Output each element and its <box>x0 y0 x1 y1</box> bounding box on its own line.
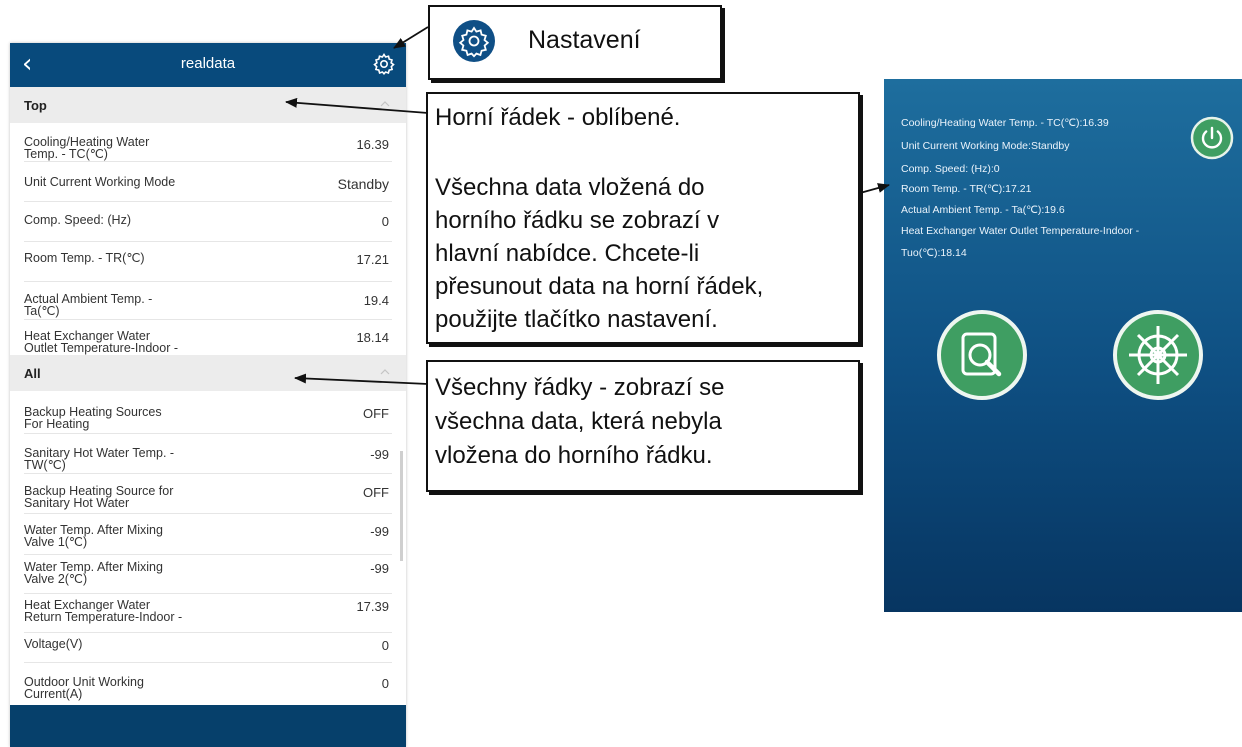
main-data-line: Unit Current Working Mode:Standby <box>901 140 1070 152</box>
row-label: Actual Ambient Temp. - Ta(℃) <box>24 292 153 318</box>
main-screen: Cooling/Heating Water Temp. - TC(℃):16.3… <box>884 79 1242 612</box>
row-value: 0 <box>381 214 389 229</box>
section-header-all[interactable]: All <box>10 355 406 391</box>
main-data-line: Actual Ambient Temp. - Ta(℃):19.6 <box>901 204 1065 216</box>
page-title: realdata <box>180 55 236 72</box>
list-item[interactable]: Sanitary Hot Water Temp. - TW(℃) -99 <box>10 434 406 473</box>
callout-top-line: přesunout data na horní řádek, <box>435 273 764 300</box>
row-value: 17.39 <box>356 599 389 614</box>
section-header-top[interactable]: Top <box>10 87 406 123</box>
row-label: Room Temp. - TR(℃) <box>24 251 145 265</box>
chevron-up-icon <box>380 369 390 375</box>
power-icon[interactable] <box>1190 116 1234 160</box>
list-item[interactable]: Unit Current Working Mode Standby <box>10 162 406 201</box>
list-item[interactable]: Outdoor Unit Working Current(A) 0 <box>10 663 406 705</box>
row-label: Voltage(V) <box>24 637 83 651</box>
chevron-up-icon <box>380 101 390 107</box>
row-value: OFF <box>363 485 389 500</box>
row-label: Comp. Speed: (Hz) <box>24 213 131 227</box>
list-item[interactable]: Backup Heating Source for Sanitary Hot W… <box>10 474 406 513</box>
row-value: 19.4 <box>363 293 389 308</box>
row-value: -99 <box>370 561 389 576</box>
row-label: Water Temp. After Mixing Valve 1(℃) <box>24 523 163 549</box>
row-value: 0 <box>381 676 389 691</box>
gear-icon[interactable] <box>1112 309 1204 401</box>
callout-top-line: horního řádku se zobrazí v <box>435 207 720 234</box>
row-value: 17.21 <box>356 252 389 267</box>
callout-settings: Nastavení <box>428 5 722 80</box>
row-value: 18.14 <box>356 330 389 345</box>
callout-top-line: Všechna data vložená do <box>435 174 705 201</box>
row-value: -99 <box>370 524 389 539</box>
row-label: Water Temp. After Mixing Valve 2(℃) <box>24 560 163 586</box>
row-value: 16.39 <box>356 137 389 152</box>
main-data-line: Cooling/Heating Water Temp. - TC(℃):16.3… <box>901 117 1109 129</box>
row-label: Backup Heating Sources For Heating <box>24 405 162 431</box>
list-item[interactable]: Heat Exchanger Water Return Temperature-… <box>10 594 406 632</box>
row-label: Heat Exchanger Water Return Temperature-… <box>24 598 183 624</box>
callout-top-heading: Horní řádek - oblíbené. <box>435 104 681 131</box>
scrollbar[interactable] <box>400 451 403 561</box>
row-label: Backup Heating Source for Sanitary Hot W… <box>24 484 174 510</box>
main-data-line: Room Temp. - TR(℃):17.21 <box>901 183 1032 195</box>
list-item[interactable]: Actual Ambient Temp. - Ta(℃) 19.4 <box>10 282 406 319</box>
row-label: Outdoor Unit Working Current(A) <box>24 675 144 701</box>
list-item[interactable]: Water Temp. After Mixing Valve 2(℃) -99 <box>10 555 406 593</box>
callout-top-line: použijte tlačítko nastavení. <box>435 306 718 333</box>
callout-all-text: Všechny řádky - zobrazí se všechna data,… <box>435 371 724 473</box>
callout-top-row: Horní řádek - oblíbené. Všechna data vlo… <box>426 92 860 344</box>
list-item[interactable]: Backup Heating Sources For Heating OFF <box>10 391 406 433</box>
callout-all-line: všechna data, která nebyla <box>435 408 722 435</box>
list-item[interactable]: Room Temp. - TR(℃) 17.21 <box>10 242 406 281</box>
callout-top-line: hlavní nabídce. Chcete-li <box>435 240 700 267</box>
gear-icon[interactable] <box>372 52 396 76</box>
section-label: Top <box>24 98 47 113</box>
callout-all-line: vložena do horního řádku. <box>435 442 713 469</box>
callout-settings-text: Nastavení <box>528 26 641 54</box>
callout-all-line: Všechny řádky - zobrazí se <box>435 374 725 401</box>
list-item[interactable]: Comp. Speed: (Hz) 0 <box>10 202 406 241</box>
row-label: Heat Exchanger Water Outlet Temperature-… <box>24 329 179 355</box>
list-item[interactable]: Water Temp. After Mixing Valve 1(℃) -99 <box>10 514 406 554</box>
row-value: 0 <box>381 638 389 653</box>
row-label: Sanitary Hot Water Temp. - TW(℃) <box>24 446 175 472</box>
callout-all-rows: Všechny řádky - zobrazí se všechna data,… <box>426 360 860 492</box>
row-value: -99 <box>370 447 389 462</box>
main-data-line: Heat Exchanger Water Outlet Temperature-… <box>901 225 1140 237</box>
main-data-line: Tuo(℃):18.14 <box>901 247 967 259</box>
gear-icon <box>453 20 495 62</box>
app-header: ‹ realdata <box>10 43 406 87</box>
row-value: OFF <box>363 406 389 421</box>
section-label: All <box>24 366 41 381</box>
search-icon[interactable] <box>936 309 1028 401</box>
list-item[interactable]: Cooling/Heating Water Temp. - TC(℃) 16.3… <box>10 123 406 161</box>
bottom-bar <box>10 705 406 747</box>
realdata-screen: ‹ realdata Top Cooling/Heating Water Tem… <box>10 43 406 747</box>
row-label: Cooling/Heating Water Temp. - TC(℃) <box>24 135 150 161</box>
main-data-line: Comp. Speed: (Hz):0 <box>901 163 1000 175</box>
row-label: Unit Current Working Mode <box>24 175 176 189</box>
row-value: Standby <box>337 176 389 192</box>
list-item[interactable]: Heat Exchanger Water Outlet Temperature-… <box>10 320 406 355</box>
